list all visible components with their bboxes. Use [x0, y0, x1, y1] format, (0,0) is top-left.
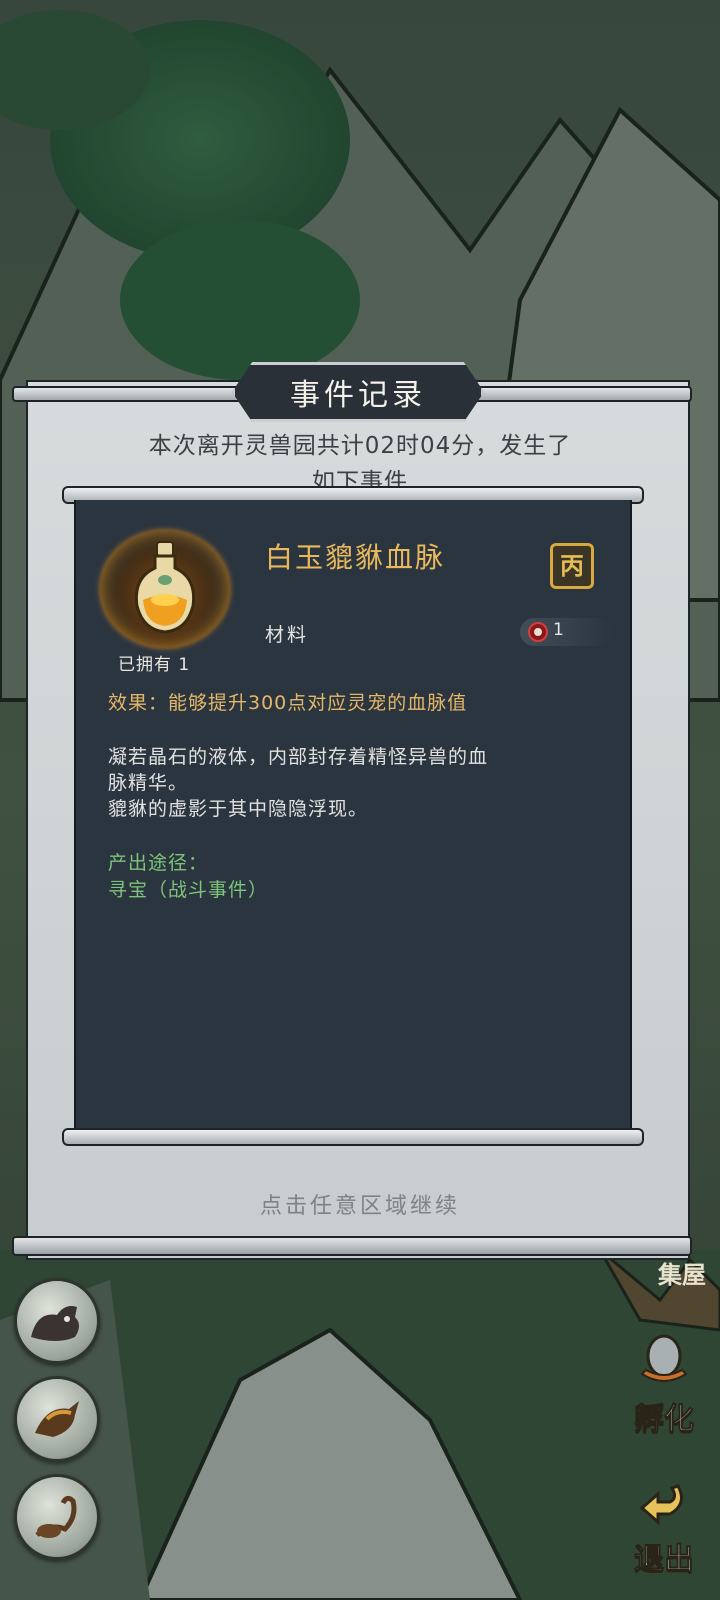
- exit-label: 退出: [634, 1542, 695, 1578]
- source-title: 产出途径：: [108, 852, 209, 874]
- lore-line-2: 脉精华。: [108, 772, 189, 794]
- item-category: 材料: [265, 624, 310, 646]
- potion-bottle-icon: [134, 541, 196, 634]
- lore-line-3: 貔貅的虚影于其中隐隐浮现。: [108, 798, 369, 820]
- pet-avatar-bird[interactable]: [14, 1376, 100, 1462]
- exit-arrow-icon: [639, 1484, 684, 1526]
- pet-avatar-scorpion[interactable]: [14, 1474, 100, 1560]
- hatch-label: 孵化: [634, 1402, 695, 1438]
- dialog-title-plate: 事件记录: [232, 362, 484, 422]
- dialog-frame-bottom: [12, 1236, 692, 1256]
- continue-hint[interactable]: 点击任意区域继续: [0, 1188, 720, 1220]
- card-rail-bottom: [62, 1128, 644, 1146]
- egg-nest-icon: [640, 1334, 688, 1382]
- exit-button[interactable]: 退出: [622, 1470, 706, 1578]
- bird-icon: [35, 1401, 79, 1437]
- owned-count: 已拥有 1: [118, 655, 191, 675]
- item-count: 1: [553, 620, 564, 640]
- item-effect: 效果：能够提升300点对应灵宠的血脉值: [108, 692, 468, 714]
- lore-line-1: 凝若晶石的液体，内部封存着精怪异兽的血: [108, 746, 489, 768]
- intro-line-1: 本次离开灵兽园共计02时04分，发生了: [148, 433, 572, 459]
- pet-avatar-wolf[interactable]: [14, 1278, 100, 1364]
- item-lore: 凝若晶石的液体，内部封存着精怪异兽的血 脉精华。 貔貅的虚影于其中隐隐浮现。: [108, 744, 608, 822]
- scorpion-icon: [35, 1495, 77, 1538]
- partial-menu-button[interactable]: 集屋: [640, 1255, 720, 1295]
- item-name: 白玉貔貅血脉: [265, 541, 446, 574]
- rarity-badge: 丙: [550, 543, 594, 589]
- source-value: 寻宝（战斗事件）: [108, 879, 269, 901]
- wolf-icon: [31, 1306, 79, 1341]
- dialog-title: 事件记录: [290, 378, 426, 413]
- hatch-button[interactable]: 孵化: [622, 1330, 706, 1438]
- bloodline-count-icon: [528, 622, 548, 642]
- item-icon-orb: [100, 530, 230, 648]
